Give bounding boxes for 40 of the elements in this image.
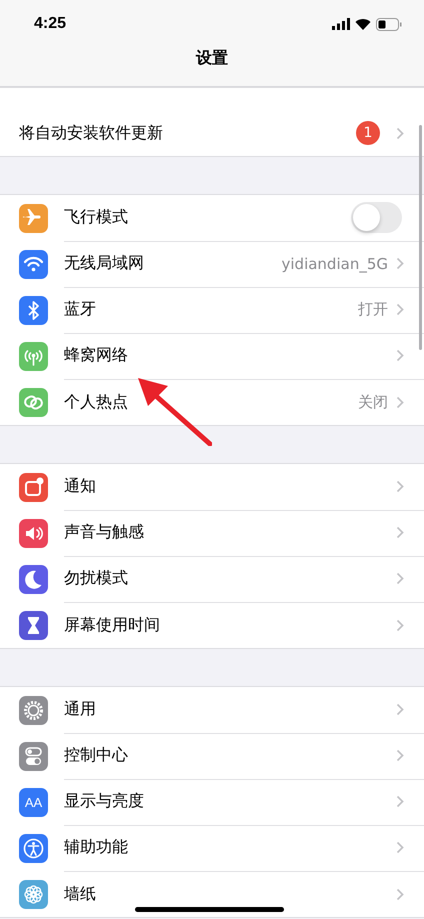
chevron-icon [396, 795, 404, 808]
chevron-icon [396, 303, 404, 316]
signal-icon [332, 18, 350, 30]
setting-label[interactable]: 墙纸 [64, 884, 388, 904]
setting-label[interactable]: 勿扰模式 [64, 568, 388, 589]
wifi-icon [355, 18, 371, 30]
setting-label[interactable]: 将自动安装软件更新 [19, 122, 348, 144]
chevron-icon [396, 480, 404, 493]
row-value: yidiandian_5G [282, 254, 388, 272]
setting-label[interactable]: 蓝牙 [64, 299, 350, 320]
status-time: 4:25 [34, 15, 66, 33]
setting-label[interactable]: 个人热点 [64, 392, 350, 412]
page-title: 设置 [196, 48, 228, 69]
chevron-icon [396, 618, 404, 632]
setting-label[interactable]: 辅助功能 [64, 837, 388, 858]
toggle-switch[interactable] [351, 202, 402, 233]
setting-label[interactable]: 无线局域网 [64, 253, 274, 274]
notification-badge: 1 [356, 121, 380, 145]
text-icon: AA [19, 788, 48, 816]
row-value: 打开 [358, 300, 388, 319]
chevron-icon [396, 703, 404, 716]
chevron-icon [396, 572, 404, 585]
chevron-icon [396, 888, 404, 900]
setting-label[interactable]: 屏幕使用时间 [64, 614, 388, 636]
setting-label[interactable]: 显示与亮度 [64, 791, 388, 812]
chevron-icon [396, 841, 404, 854]
setting-label[interactable]: 蜂窝网络 [64, 345, 388, 366]
setting-label[interactable]: 通用 [64, 699, 388, 720]
chevron-icon [396, 349, 404, 362]
chevron-icon [396, 396, 404, 408]
row-value: 关闭 [358, 392, 388, 412]
chevron-icon [396, 126, 404, 140]
setting-label[interactable]: 通知 [64, 476, 388, 497]
setting-label[interactable]: 控制中心 [64, 745, 388, 766]
setting-label[interactable]: 声音与触感 [64, 522, 388, 543]
battery-icon [376, 18, 402, 30]
chevron-icon [396, 257, 404, 270]
chevron-icon [396, 526, 404, 539]
chevron-icon [396, 749, 404, 762]
setting-label[interactable]: 飞行模式 [64, 207, 343, 228]
